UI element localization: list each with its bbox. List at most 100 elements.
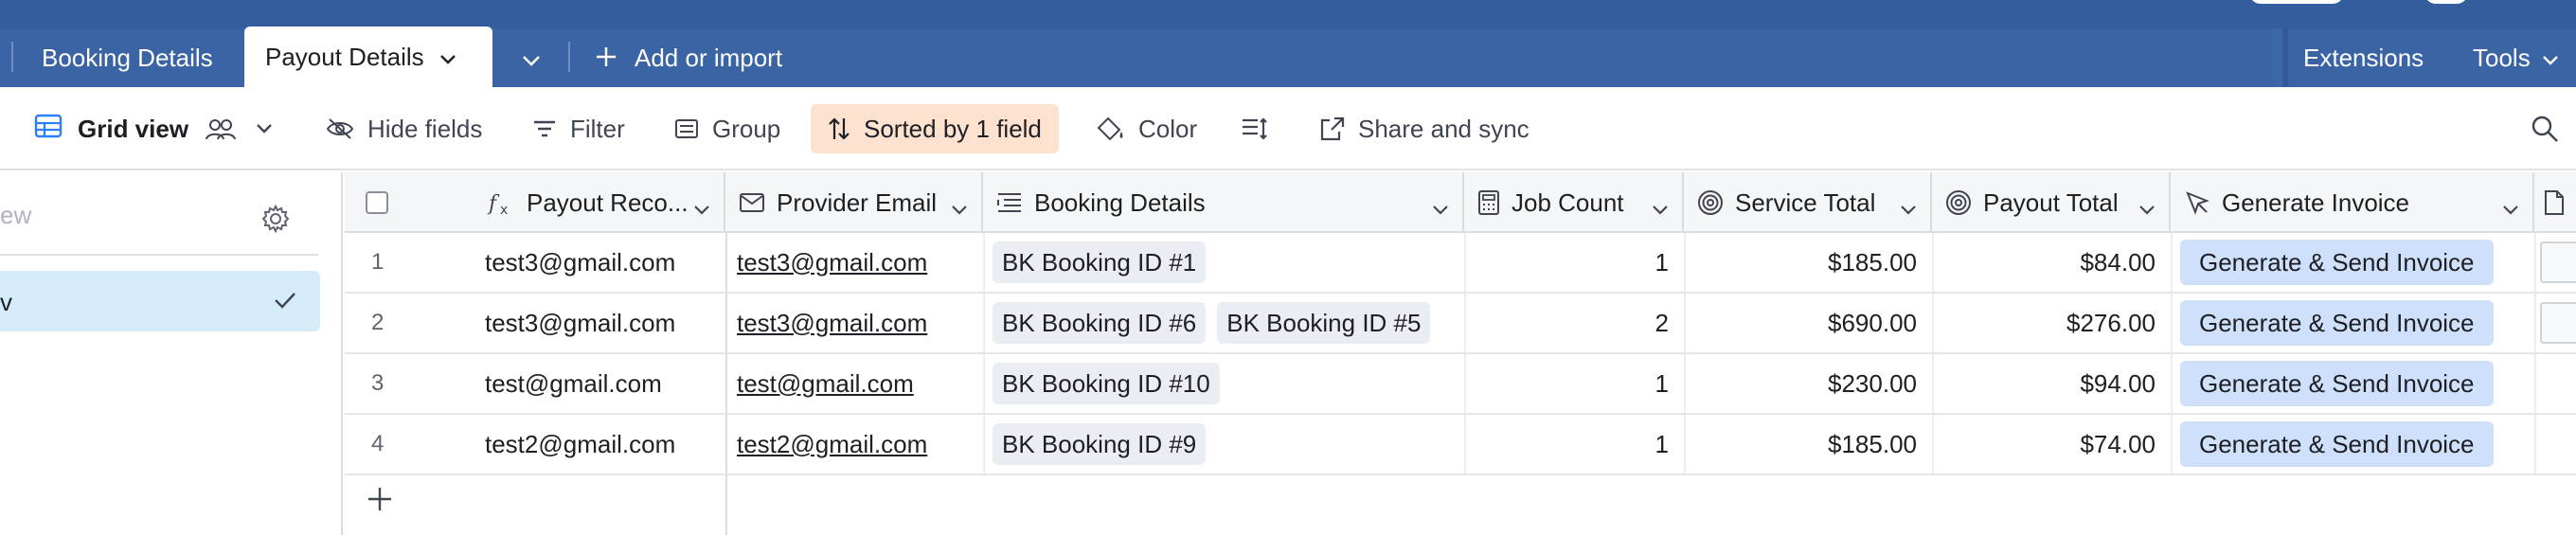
tab-payout-details[interactable]: Payout Details bbox=[244, 27, 492, 87]
add-record-row[interactable] bbox=[345, 475, 2576, 536]
column-header-job-count[interactable]: Job Count bbox=[1464, 172, 1684, 233]
provider-email-cell[interactable]: test3@gmail.com bbox=[737, 233, 979, 292]
chevron-down-icon[interactable] bbox=[439, 43, 456, 72]
service-total-cell[interactable]: $690.00 bbox=[1684, 294, 1932, 352]
row-number: 4 bbox=[371, 431, 385, 456]
linked-record-chip[interactable]: BK Booking ID #5 bbox=[1217, 302, 1431, 344]
job-count-cell[interactable]: 1 bbox=[1464, 354, 1684, 413]
booking-details-cell[interactable]: BK Booking ID #6 BK Booking ID #5 bbox=[993, 294, 1460, 352]
email-link[interactable]: test2@gmail.com bbox=[737, 430, 927, 459]
payout-record-cell[interactable]: test3@gmail.com bbox=[485, 233, 722, 292]
tools-label: Tools bbox=[2473, 43, 2531, 72]
table-row[interactable]: 2 test3@gmail.com test3@gmail.com BK Boo… bbox=[345, 294, 2576, 354]
generate-invoice-button[interactable]: Generate & Send Invoice bbox=[2180, 361, 2494, 406]
column-header-booking-details[interactable]: Booking Details bbox=[983, 172, 1464, 233]
provider-email-cell[interactable]: test@gmail.com bbox=[737, 354, 979, 413]
provider-email-cell[interactable]: test3@gmail.com bbox=[737, 294, 979, 352]
payout-record-cell[interactable]: test2@gmail.com bbox=[485, 415, 722, 473]
linked-record-chip[interactable]: BK Booking ID #1 bbox=[993, 241, 1207, 283]
sort-label: Sorted by 1 field bbox=[864, 114, 1042, 143]
gear-icon[interactable] bbox=[261, 204, 290, 238]
generate-invoice-button[interactable]: Generate & Send Invoice bbox=[2180, 421, 2494, 467]
find-view-input[interactable]: ew bbox=[0, 201, 31, 230]
email-link[interactable]: test@gmail.com bbox=[737, 369, 914, 399]
collaborative-view-icon[interactable] bbox=[205, 87, 250, 170]
attachment-thumbnail[interactable] bbox=[2540, 302, 2576, 344]
color-label: Color bbox=[1138, 114, 1198, 143]
linked-record-chip[interactable]: BK Booking ID #9 bbox=[993, 423, 1207, 465]
view-menu-chevron-icon[interactable] bbox=[256, 87, 286, 170]
chevron-down-icon[interactable] bbox=[1432, 193, 1449, 223]
row-number: 1 bbox=[371, 249, 385, 275]
column-header-service-total[interactable]: Service Total bbox=[1684, 172, 1932, 233]
column-header-provider-email[interactable]: Provider Email bbox=[725, 172, 983, 233]
tab-divider bbox=[11, 42, 13, 72]
table-row[interactable]: 3 test@gmail.com test@gmail.com BK Booki… bbox=[345, 354, 2576, 415]
chevron-down-icon[interactable] bbox=[2502, 193, 2519, 223]
tools-button[interactable]: Tools bbox=[2473, 28, 2559, 87]
chevron-down-icon[interactable] bbox=[1900, 193, 1917, 223]
linked-record-chip[interactable]: BK Booking ID #6 bbox=[993, 302, 1207, 344]
column-header-payout-record[interactable]: fx Payout Reco... bbox=[487, 172, 725, 233]
search-icon[interactable] bbox=[2531, 87, 2572, 170]
chevron-down-icon[interactable] bbox=[693, 193, 710, 223]
table-row[interactable]: 1 test3@gmail.com test3@gmail.com BK Boo… bbox=[345, 233, 2576, 294]
generate-invoice-cell: Generate & Send Invoice bbox=[2180, 354, 2531, 413]
payout-total-cell[interactable]: $74.00 bbox=[1932, 415, 2171, 473]
filter-button[interactable]: Filter bbox=[532, 87, 625, 170]
provider-email-cell[interactable]: test2@gmail.com bbox=[737, 415, 979, 473]
job-count-cell[interactable]: 1 bbox=[1464, 415, 1684, 473]
booking-details-cell[interactable]: BK Booking ID #1 bbox=[993, 233, 1460, 292]
view-switcher[interactable]: Grid view bbox=[34, 87, 188, 170]
group-button[interactable]: Group bbox=[674, 87, 780, 170]
column-header-payout-total[interactable]: Payout Total bbox=[1932, 172, 2171, 233]
email-link[interactable]: test3@gmail.com bbox=[737, 248, 927, 277]
row-height-icon[interactable] bbox=[1241, 87, 1282, 170]
color-button[interactable]: Color bbox=[1097, 87, 1197, 170]
tab-booking-details[interactable]: Booking Details bbox=[42, 28, 213, 87]
hide-fields-button[interactable]: Hide fields bbox=[326, 87, 482, 170]
booking-details-cell[interactable]: BK Booking ID #9 bbox=[993, 415, 1460, 473]
row-number: 3 bbox=[371, 370, 385, 396]
plus-icon[interactable] bbox=[366, 485, 394, 518]
payout-total-cell[interactable]: $276.00 bbox=[1932, 294, 2171, 352]
svg-text:x: x bbox=[500, 203, 508, 216]
linked-record-chip[interactable]: BK Booking ID #10 bbox=[993, 363, 1220, 404]
button-cursor-icon bbox=[2184, 189, 2210, 216]
job-count-cell[interactable]: 2 bbox=[1464, 294, 1684, 352]
payout-record-cell[interactable]: test@gmail.com bbox=[485, 354, 722, 413]
email-link[interactable]: test3@gmail.com bbox=[737, 309, 927, 338]
all-tables-menu[interactable] bbox=[502, 28, 561, 87]
add-or-import-button[interactable]: Add or import bbox=[595, 28, 782, 87]
job-count-cell[interactable]: 1 bbox=[1464, 233, 1684, 292]
sidebar-item-label: v bbox=[0, 288, 12, 316]
header-share-button[interactable] bbox=[2249, 0, 2344, 4]
rollup-icon bbox=[1945, 189, 1972, 216]
share-and-sync-button[interactable]: Share and sync bbox=[1318, 87, 1530, 170]
chevron-down-icon[interactable] bbox=[1652, 193, 1669, 223]
select-all-checkbox[interactable] bbox=[366, 191, 388, 214]
column-header-generate-invoice[interactable]: Generate Invoice bbox=[2171, 172, 2534, 233]
svg-text:f: f bbox=[487, 192, 500, 216]
service-total-cell[interactable]: $230.00 bbox=[1684, 354, 1932, 413]
document-icon bbox=[2544, 189, 2565, 216]
booking-details-cell[interactable]: BK Booking ID #10 bbox=[993, 354, 1460, 413]
chevron-down-icon bbox=[522, 44, 541, 73]
view-sidebar: ew v bbox=[0, 172, 343, 535]
linked-record-icon bbox=[996, 191, 1023, 214]
extensions-button[interactable]: Extensions bbox=[2303, 28, 2424, 87]
generate-invoice-button[interactable]: Generate & Send Invoice bbox=[2180, 300, 2494, 346]
table-row[interactable]: 4 test2@gmail.com test2@gmail.com BK Boo… bbox=[345, 415, 2576, 475]
sidebar-item-grid-view[interactable]: v bbox=[0, 271, 320, 331]
payout-total-cell[interactable]: $84.00 bbox=[1932, 233, 2171, 292]
column-header-attachment[interactable] bbox=[2534, 172, 2576, 233]
attachment-thumbnail[interactable] bbox=[2540, 241, 2576, 283]
service-total-cell[interactable]: $185.00 bbox=[1684, 233, 1932, 292]
payout-record-cell[interactable]: test3@gmail.com bbox=[485, 294, 722, 352]
chevron-down-icon[interactable] bbox=[2138, 193, 2156, 223]
generate-invoice-button[interactable]: Generate & Send Invoice bbox=[2180, 240, 2494, 285]
sort-button[interactable]: Sorted by 1 field bbox=[811, 104, 1059, 153]
service-total-cell[interactable]: $185.00 bbox=[1684, 415, 1932, 473]
payout-total-cell[interactable]: $94.00 bbox=[1932, 354, 2171, 413]
chevron-down-icon[interactable] bbox=[951, 193, 968, 223]
